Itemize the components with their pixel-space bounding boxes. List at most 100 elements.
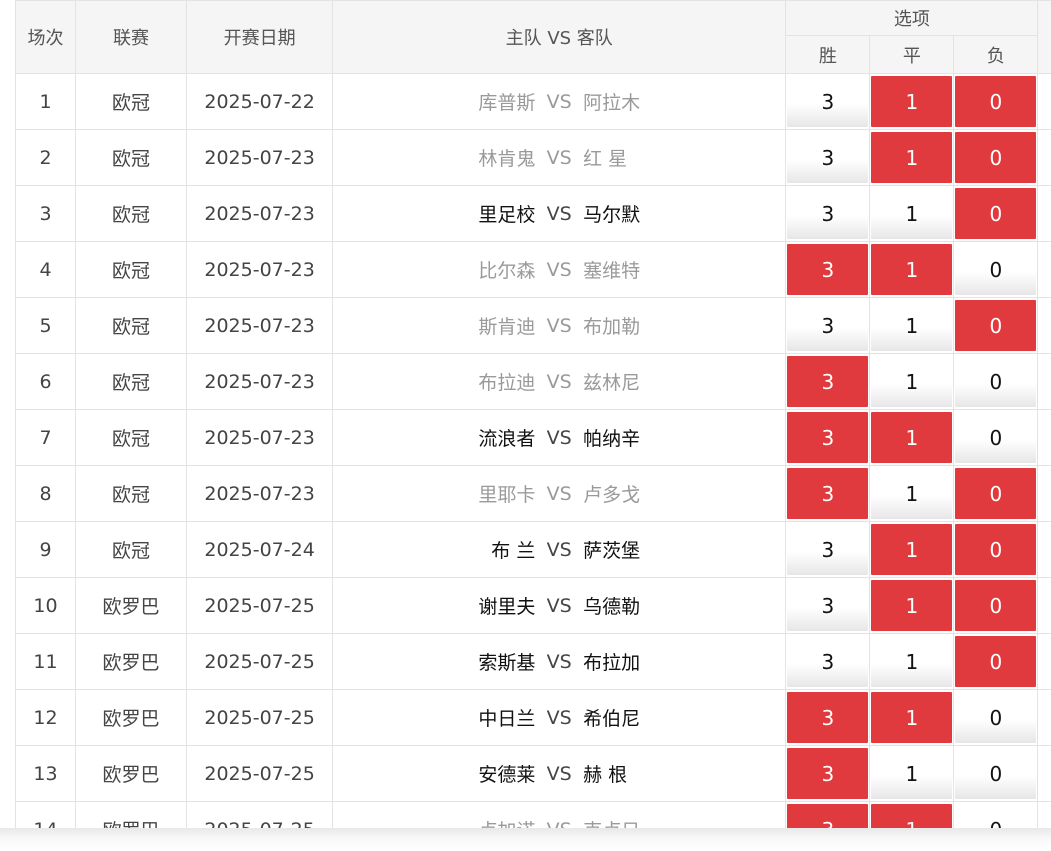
lose-option-button[interactable]: 0: [955, 468, 1037, 519]
away-team: 帕纳辛: [583, 428, 641, 450]
row-spacer: [1037, 297, 1051, 354]
row-spacer: [1037, 241, 1051, 298]
row-spacer: [1037, 633, 1051, 690]
teams-cell: 索斯基 VS 布拉加: [332, 633, 787, 690]
win-cell: 3: [785, 353, 871, 410]
match-date: 2025-07-23: [186, 185, 334, 242]
match-date: 2025-07-23: [186, 297, 334, 354]
win-option-button[interactable]: 3: [787, 524, 869, 575]
win-option-button[interactable]: 3: [787, 132, 869, 183]
draw-option-button[interactable]: 1: [871, 300, 953, 351]
match-date: 2025-07-23: [186, 409, 334, 466]
lose-option-button[interactable]: 0: [955, 692, 1037, 743]
teams-cell: 布拉迪 VS 兹林尼: [332, 353, 787, 410]
lose-cell: 0: [953, 73, 1039, 130]
draw-option-button[interactable]: 1: [871, 468, 953, 519]
win-option-button[interactable]: 3: [787, 300, 869, 351]
league-name: 欧罗巴: [75, 633, 188, 690]
lose-option-button[interactable]: 0: [955, 300, 1037, 351]
draw-option-button[interactable]: 1: [871, 76, 953, 127]
header-win: 胜: [785, 35, 871, 74]
draw-option-button[interactable]: 1: [871, 244, 953, 295]
home-team: 比尔森: [478, 260, 536, 282]
row-spacer: [1037, 185, 1051, 242]
win-option-button[interactable]: 3: [787, 692, 869, 743]
win-option-button[interactable]: 3: [787, 244, 869, 295]
league-name: 欧冠: [75, 465, 188, 522]
match-date: 2025-07-22: [186, 73, 334, 130]
teams-cell: 谢里夫 VS 乌德勒: [332, 577, 787, 634]
lose-option-button[interactable]: 0: [955, 412, 1037, 463]
league-name: 欧冠: [75, 297, 188, 354]
match-no: 5: [15, 297, 77, 354]
draw-option-button[interactable]: 1: [871, 636, 953, 687]
lose-cell: 0: [953, 241, 1039, 298]
win-option-button[interactable]: 3: [787, 636, 869, 687]
win-option-button[interactable]: 3: [787, 580, 869, 631]
draw-cell: 1: [869, 745, 955, 802]
win-option-button[interactable]: 3: [787, 748, 869, 799]
row-spacer: [1037, 689, 1051, 746]
lose-option-button[interactable]: 0: [955, 188, 1037, 239]
match-no: 6: [15, 353, 77, 410]
home-team: 索斯基: [478, 652, 536, 674]
lose-cell: 0: [953, 297, 1039, 354]
table-header: 场次 联赛 开赛日期 主队 VS 客队 选项 胜 平 负: [15, 0, 1051, 74]
row-spacer: [1037, 409, 1051, 466]
lose-option-button[interactable]: 0: [955, 76, 1037, 127]
teams-cell: 布 兰 VS 萨茨堡: [332, 521, 787, 578]
vs-label: VS: [546, 426, 572, 449]
teams-cell: 库普斯 VS 阿拉木: [332, 73, 787, 130]
draw-option-button[interactable]: 1: [871, 748, 953, 799]
win-option-button[interactable]: 3: [787, 468, 869, 519]
match-no: 7: [15, 409, 77, 466]
away-team: 布加勒: [583, 316, 641, 338]
teams-cell: 斯肯迪 VS 布加勒: [332, 297, 787, 354]
league-name: 欧冠: [75, 409, 188, 466]
vs-label: VS: [546, 594, 572, 617]
lose-option-button[interactable]: 0: [955, 580, 1037, 631]
draw-option-button[interactable]: 1: [871, 132, 953, 183]
table-row: 10 欧罗巴 2025-07-25 谢里夫 VS 乌德勒 3 1 0: [15, 577, 1051, 634]
match-date: 2025-07-24: [186, 521, 334, 578]
draw-option-button[interactable]: 1: [871, 580, 953, 631]
draw-option-button[interactable]: 1: [871, 692, 953, 743]
vs-label: VS: [546, 762, 572, 785]
win-option-button[interactable]: 3: [787, 188, 869, 239]
match-no: 8: [15, 465, 77, 522]
win-option-button[interactable]: 3: [787, 356, 869, 407]
draw-cell: 1: [869, 129, 955, 186]
draw-option-button[interactable]: 1: [871, 524, 953, 575]
draw-cell: 1: [869, 73, 955, 130]
win-option-button[interactable]: 3: [787, 412, 869, 463]
match-no: 9: [15, 521, 77, 578]
draw-cell: 1: [869, 689, 955, 746]
lose-option-button[interactable]: 0: [955, 356, 1037, 407]
header-league: 联赛: [75, 0, 188, 74]
match-no: 2: [15, 129, 77, 186]
table-row: 4 欧冠 2025-07-23 比尔森 VS 塞维特 3 1 0: [15, 241, 1051, 298]
lose-option-button[interactable]: 0: [955, 132, 1037, 183]
away-team: 阿拉木: [583, 92, 641, 114]
away-team: 萨茨堡: [583, 540, 641, 562]
vs-label: VS: [546, 90, 572, 113]
home-team: 流浪者: [478, 428, 536, 450]
lose-option-button[interactable]: 0: [955, 748, 1037, 799]
lose-option-button[interactable]: 0: [955, 636, 1037, 687]
header-spacer: [1037, 0, 1051, 74]
lose-option-button[interactable]: 0: [955, 524, 1037, 575]
away-team: 布拉加: [583, 652, 641, 674]
league-name: 欧冠: [75, 521, 188, 578]
lose-cell: 0: [953, 185, 1039, 242]
vs-label: VS: [546, 482, 572, 505]
win-option-button[interactable]: 3: [787, 76, 869, 127]
draw-option-button[interactable]: 1: [871, 188, 953, 239]
lose-cell: 0: [953, 745, 1039, 802]
vs-label: VS: [546, 314, 572, 337]
header-draw: 平: [869, 35, 955, 74]
home-team: 安德莱: [478, 764, 536, 786]
teams-cell: 中日兰 VS 希伯尼: [332, 689, 787, 746]
draw-option-button[interactable]: 1: [871, 356, 953, 407]
draw-option-button[interactable]: 1: [871, 412, 953, 463]
lose-option-button[interactable]: 0: [955, 244, 1037, 295]
